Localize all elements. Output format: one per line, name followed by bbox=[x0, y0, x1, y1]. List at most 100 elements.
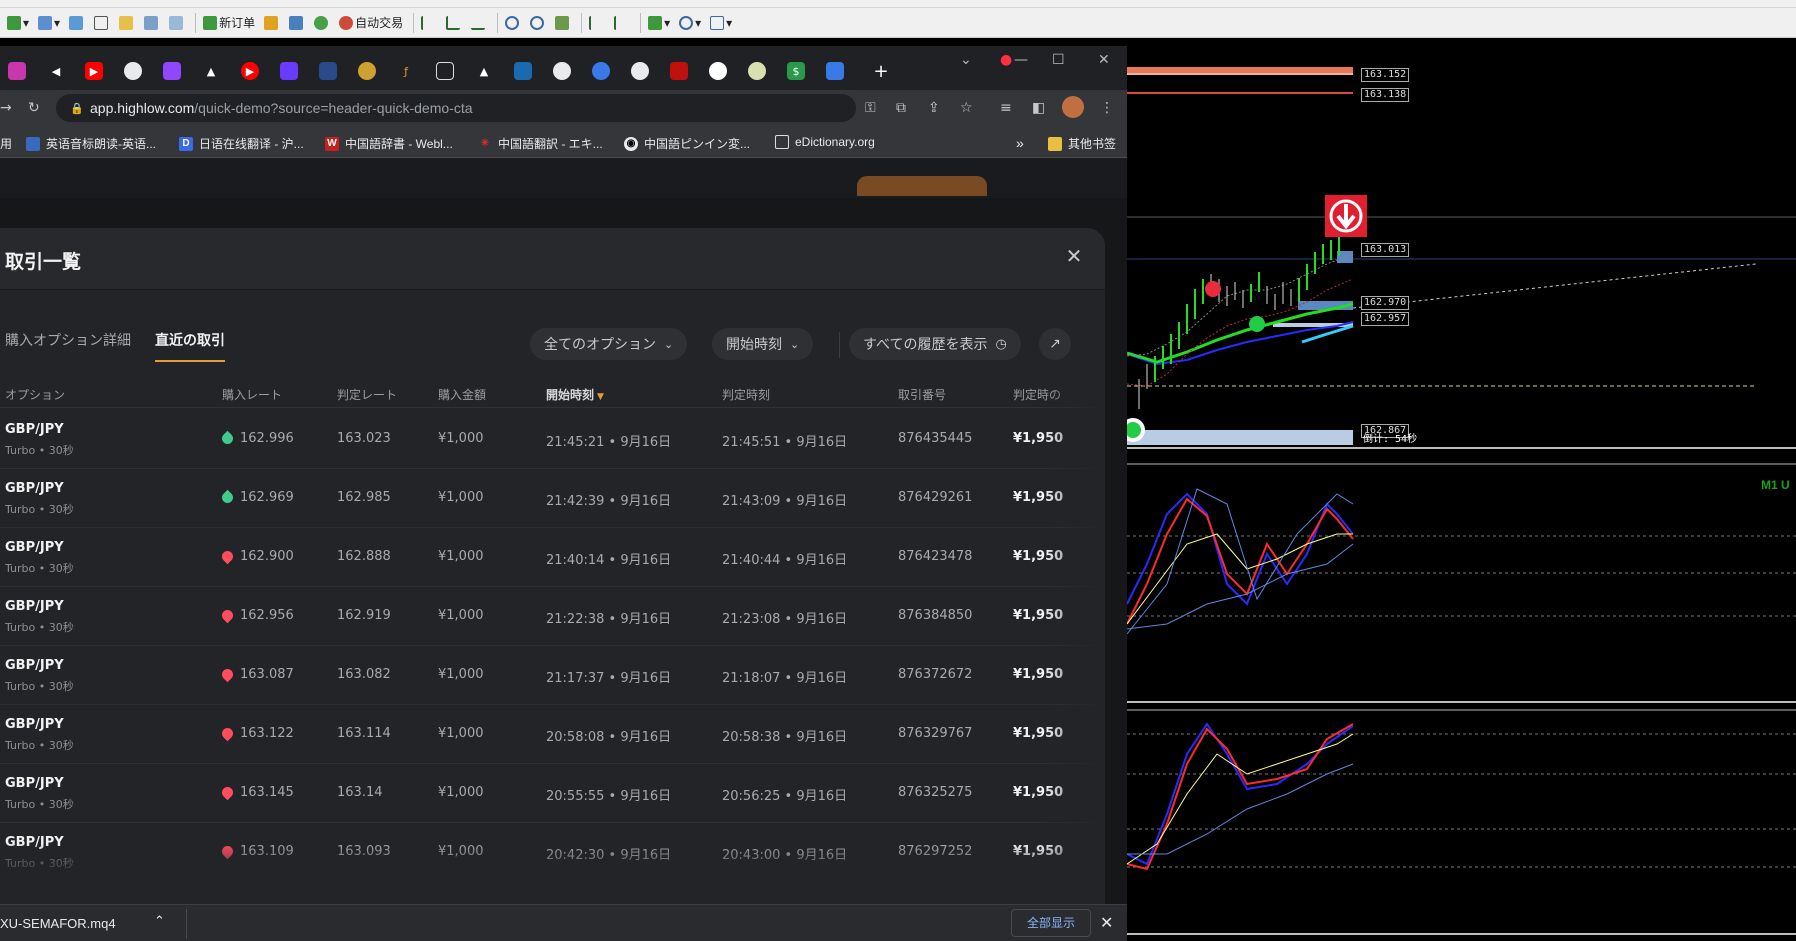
market-button[interactable] bbox=[311, 12, 333, 34]
show-all-downloads-button[interactable]: 全部显示 bbox=[1011, 909, 1091, 937]
globe-icon[interactable] bbox=[631, 62, 649, 80]
metaeditor-button[interactable] bbox=[261, 12, 283, 34]
column-header-buy-rate[interactable]: 購入レート bbox=[222, 386, 282, 403]
bookmark-item[interactable]: 用 bbox=[0, 135, 12, 152]
other-bookmarks-folder[interactable]: 其他书签 bbox=[1048, 135, 1116, 152]
low-direction-icon bbox=[219, 784, 236, 801]
youtube-icon[interactable]: ▶ bbox=[241, 62, 259, 80]
column-header-trade-id[interactable]: 取引番号 bbox=[898, 386, 946, 403]
column-header-judge-rate[interactable]: 判定レート bbox=[337, 386, 397, 403]
new-chart-button[interactable]: ▾ bbox=[4, 12, 32, 34]
bookmark-item[interactable]: D 日语在线翻译 - 沪... bbox=[179, 135, 304, 152]
bookmark-item[interactable]: 英语音标朗读-英语... bbox=[26, 135, 156, 152]
table-row[interactable]: GBP/JPY Turbo • 30秒 163.122 163.114 ¥1,000 20… bbox=[0, 705, 1105, 764]
tab-search-icon[interactable]: ⌄ bbox=[960, 52, 972, 68]
table-row[interactable]: GBP/JPY Turbo • 30秒 162.900 162.888 ¥1,000 21… bbox=[0, 528, 1105, 587]
chart-shift-button[interactable] bbox=[586, 12, 608, 34]
more-menu-icon[interactable]: ⋮ bbox=[1100, 100, 1114, 116]
forward-icon[interactable]: → bbox=[0, 100, 12, 116]
new-order-button[interactable]: 新订单 bbox=[200, 12, 258, 34]
maximize-icon[interactable]: ☐ bbox=[1052, 52, 1065, 68]
minimize-icon[interactable]: — bbox=[1014, 52, 1028, 68]
tile-windows-button[interactable] bbox=[552, 12, 574, 34]
more-bookmarks-button[interactable]: » bbox=[1016, 135, 1024, 151]
tab-favicon-icon[interactable] bbox=[436, 62, 454, 80]
auto-scroll-button[interactable] bbox=[611, 12, 633, 34]
tab-favicon-icon[interactable] bbox=[748, 62, 766, 80]
share-icon[interactable]: ⇪ bbox=[928, 100, 940, 116]
table-row[interactable]: GBP/JPY Turbo • 30秒 162.956 162.919 ¥1,000 21… bbox=[0, 587, 1105, 646]
table-row[interactable]: GBP/JPY Turbo • 30秒 162.996 163.023 ¥1,000 21… bbox=[0, 410, 1105, 469]
tab-favicon-icon[interactable] bbox=[592, 62, 610, 80]
tab-favicon-icon[interactable] bbox=[670, 62, 688, 80]
mute-icon[interactable]: ◀ bbox=[47, 62, 65, 80]
translate-page-icon[interactable]: ⧉ bbox=[896, 100, 906, 116]
column-header-start-time[interactable]: 開始時刻 ▼ bbox=[546, 386, 604, 403]
bookmark-item[interactable]: ✳ 中国語翻訳 - エキ... bbox=[478, 135, 603, 152]
reading-list-icon[interactable]: ≡ bbox=[1000, 100, 1012, 116]
periods-button[interactable]: ▾ bbox=[676, 12, 704, 34]
tab-option-details[interactable]: 購入オプション詳細 bbox=[5, 330, 131, 350]
data-window-button[interactable] bbox=[91, 12, 113, 34]
profiles-button[interactable]: ▾ bbox=[35, 12, 63, 34]
download-filename[interactable]: XU-SEMAFOR.mq4 bbox=[0, 916, 116, 931]
url-field[interactable]: app.highlow.com/quick-demo?source=header… bbox=[90, 100, 473, 116]
key-icon[interactable]: ⚿ bbox=[865, 100, 876, 116]
side-panel-icon[interactable]: ◧ bbox=[1032, 100, 1045, 116]
header-cta-button[interactable] bbox=[857, 176, 987, 196]
table-row[interactable]: GBP/JPY Turbo • 30秒 162.969 162.985 ¥1,000 21… bbox=[0, 469, 1105, 528]
close-modal-icon[interactable]: ✕ bbox=[1063, 245, 1085, 267]
tab-favicon-icon[interactable] bbox=[709, 62, 727, 80]
bookmark-item[interactable]: W 中国語辞書 - Webl... bbox=[325, 135, 453, 152]
tab-favicon-icon[interactable]: ▲ bbox=[475, 62, 493, 80]
dollar-icon[interactable]: $ bbox=[787, 62, 805, 80]
candlestick-button[interactable] bbox=[443, 12, 465, 34]
bookmark-item[interactable]: eDictionary.org bbox=[775, 135, 875, 149]
templates-button[interactable]: ▾ bbox=[707, 12, 735, 34]
terminal-button[interactable] bbox=[141, 12, 163, 34]
indicators-button[interactable]: ▾ bbox=[645, 12, 673, 34]
bookmark-item[interactable]: ◉ 中国語ピンイン変... bbox=[624, 135, 750, 152]
tab-favicon-icon[interactable] bbox=[514, 62, 532, 80]
chevron-up-icon[interactable]: ⌃ bbox=[154, 914, 165, 929]
profile-alert-icon[interactable]: ● bbox=[1000, 52, 1012, 68]
translate-icon[interactable] bbox=[826, 62, 844, 80]
table-row[interactable]: GBP/JPY Turbo • 30秒 163.087 163.082 ¥1,000 21… bbox=[0, 646, 1105, 705]
market-watch-button[interactable] bbox=[66, 12, 88, 34]
column-header-amount[interactable]: 購入金額 bbox=[438, 386, 486, 403]
zoom-out-button[interactable] bbox=[527, 12, 549, 34]
tab-favicon-icon[interactable]: ƒ bbox=[397, 62, 415, 80]
tab-favicon-icon[interactable] bbox=[358, 62, 376, 80]
globe-icon[interactable] bbox=[124, 62, 142, 80]
avatar[interactable] bbox=[1062, 96, 1084, 118]
tab-favicon-icon[interactable] bbox=[280, 62, 298, 80]
table-row[interactable]: GBP/JPY Turbo • 30秒 163.145 163.14 ¥1,000 20:… bbox=[0, 764, 1105, 823]
instagram-icon[interactable] bbox=[8, 62, 26, 80]
youtube-icon[interactable]: ▶ bbox=[85, 62, 103, 80]
new-tab-icon[interactable]: + bbox=[872, 61, 890, 82]
column-header-judge-time[interactable]: 判定時刻 bbox=[722, 386, 770, 403]
close-download-bar-icon[interactable]: ✕ bbox=[1100, 913, 1113, 932]
navigator-button[interactable] bbox=[116, 12, 138, 34]
tab-favicon-icon[interactable] bbox=[319, 62, 337, 80]
show-all-history-button[interactable]: すべての履歴を表示 ◷ bbox=[849, 328, 1021, 360]
tab-recent-trades[interactable]: 直近の取引 bbox=[155, 330, 225, 350]
twitch-icon[interactable] bbox=[163, 62, 181, 80]
bookmark-star-icon[interactable]: ☆ bbox=[960, 100, 973, 116]
bar-chart-button[interactable] bbox=[418, 12, 440, 34]
auto-trading-button[interactable]: 自动交易 bbox=[336, 12, 406, 34]
line-chart-button[interactable] bbox=[468, 12, 490, 34]
open-external-button[interactable]: ↗ bbox=[1039, 328, 1071, 360]
close-window-icon[interactable]: ✕ bbox=[1098, 52, 1110, 68]
column-header-option[interactable]: オプション bbox=[5, 386, 65, 403]
reload-icon[interactable]: ↻ bbox=[28, 100, 40, 116]
lock-icon[interactable]: 🔒 bbox=[70, 102, 84, 115]
price-chart[interactable]: 163.152 163.138 163.013 162.970 162.957 … bbox=[1127, 64, 1796, 941]
globe-icon[interactable] bbox=[553, 62, 571, 80]
signals-button[interactable] bbox=[286, 12, 308, 34]
tester-button[interactable] bbox=[166, 12, 188, 34]
tab-favicon-icon[interactable]: ▲ bbox=[202, 62, 220, 80]
zoom-in-button[interactable] bbox=[502, 12, 524, 34]
option-filter-dropdown[interactable]: 全てのオプション ⌄ bbox=[530, 328, 688, 360]
start-time-filter-dropdown[interactable]: 開始時刻 ⌄ bbox=[712, 328, 814, 360]
